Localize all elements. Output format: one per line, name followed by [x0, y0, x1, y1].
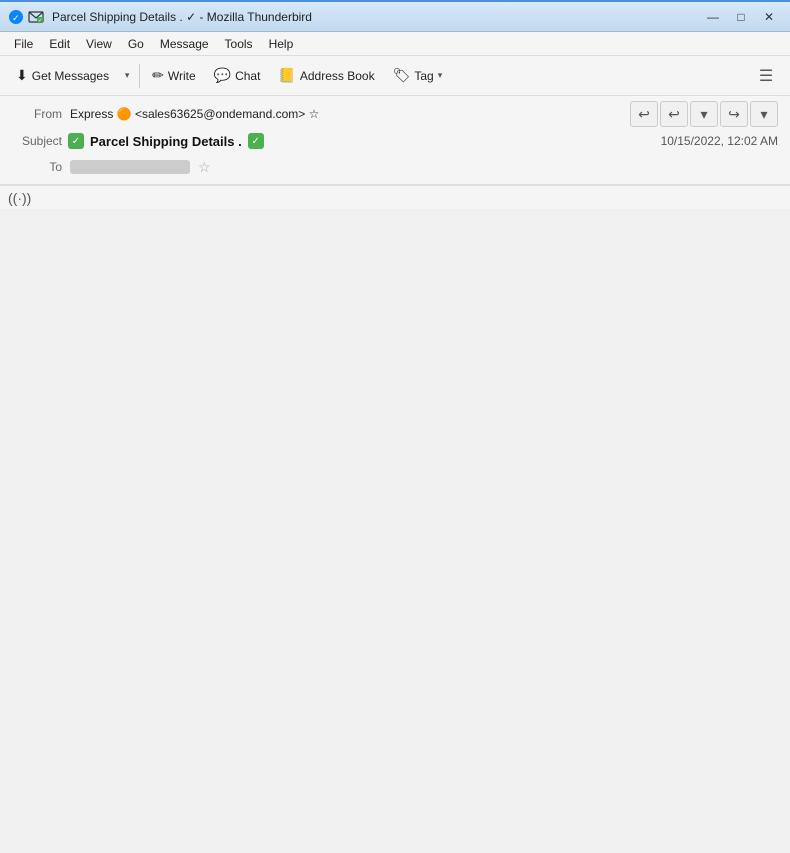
- maximize-button[interactable]: □: [728, 7, 754, 27]
- write-button[interactable]: ✏ Write: [144, 63, 204, 88]
- chat-icon: 💬: [214, 67, 231, 84]
- subject-check2-icon: ✓: [248, 133, 264, 149]
- menu-message[interactable]: Message: [152, 35, 217, 53]
- from-value: Express 🟠 <sales63625@ondemand.com> ☆: [70, 107, 622, 121]
- window-title: Parcel Shipping Details . ✓ - Mozilla Th…: [52, 10, 700, 24]
- subject-row: Subject ✓ Parcel Shipping Details . ✓ 10…: [12, 128, 778, 154]
- menu-hamburger-button[interactable]: ☰: [750, 60, 782, 92]
- subject-label: Subject: [12, 134, 62, 148]
- menu-edit[interactable]: Edit: [41, 35, 78, 53]
- more2-button[interactable]: ▾: [750, 101, 778, 127]
- tag-button[interactable]: 🏷 Tag ▾: [385, 63, 451, 88]
- chat-label: Chat: [235, 69, 260, 83]
- close-button[interactable]: ✕: [756, 7, 782, 27]
- menu-file[interactable]: File: [6, 35, 41, 53]
- title-bar-app-icons: ✓ ✓: [8, 9, 44, 25]
- email-timestamp: 10/15/2022, 12:02 AM: [661, 134, 778, 148]
- minimize-button[interactable]: —: [700, 7, 726, 27]
- address-book-label: Address Book: [300, 69, 375, 83]
- from-label: From: [12, 107, 62, 121]
- menu-help[interactable]: Help: [261, 35, 302, 53]
- get-messages-button[interactable]: ⬇ Get Messages: [8, 63, 117, 88]
- email-actions: ↩ ↩ ▾ ↪ ▾: [630, 101, 778, 127]
- email-header: From Express 🟠 <sales63625@ondemand.com>…: [0, 96, 790, 185]
- window-controls: — □ ✕: [700, 7, 782, 27]
- to-star-icon[interactable]: ☆: [198, 159, 211, 176]
- tag-dropdown-icon: ▾: [438, 70, 443, 81]
- menu-go[interactable]: Go: [120, 35, 152, 53]
- forward-button[interactable]: ↪: [720, 101, 748, 127]
- to-label: To: [12, 160, 62, 174]
- to-address-blurred: [70, 160, 190, 174]
- to-row: To ☆: [12, 154, 778, 180]
- svg-text:✓: ✓: [12, 13, 20, 23]
- reply-button[interactable]: ↩: [660, 101, 688, 127]
- status-bar: ((·)): [0, 185, 790, 209]
- svg-text:✓: ✓: [38, 18, 42, 24]
- subject-check-icon: ✓: [68, 133, 84, 149]
- toolbar: ⬇ Get Messages ▾ ✏ Write 💬 Chat 📒 Addres…: [0, 56, 790, 96]
- menu-bar: File Edit View Go Message Tools Help: [0, 32, 790, 56]
- menu-tools[interactable]: Tools: [217, 35, 261, 53]
- mail-check-icon: ✓: [28, 9, 44, 25]
- get-messages-label: Get Messages: [32, 69, 109, 83]
- get-messages-dropdown[interactable]: ▾: [119, 62, 135, 90]
- tag-icon: 🏷: [393, 67, 411, 84]
- connection-status-icon: ((·)): [8, 190, 31, 206]
- reply-back-button[interactable]: ↩: [630, 101, 658, 127]
- menu-view[interactable]: View: [78, 35, 120, 53]
- more-button[interactable]: ▾: [690, 101, 718, 127]
- chat-button[interactable]: 💬 Chat: [206, 63, 269, 88]
- thunderbird-icon: ✓: [8, 9, 24, 25]
- get-messages-icon: ⬇: [16, 67, 28, 84]
- divider-1: [139, 64, 140, 88]
- from-row: From Express 🟠 <sales63625@ondemand.com>…: [12, 100, 778, 128]
- write-icon: ✏: [152, 67, 164, 84]
- title-bar: ✓ ✓ Parcel Shipping Details . ✓ - Mozill…: [0, 0, 790, 32]
- address-book-button[interactable]: 📒 Address Book: [270, 63, 382, 88]
- write-label: Write: [168, 69, 196, 83]
- subject-left: Subject ✓ Parcel Shipping Details . ✓: [12, 133, 661, 149]
- address-book-icon: 📒: [278, 67, 295, 84]
- tag-label: Tag: [414, 69, 433, 83]
- subject-text: Parcel Shipping Details .: [90, 134, 242, 149]
